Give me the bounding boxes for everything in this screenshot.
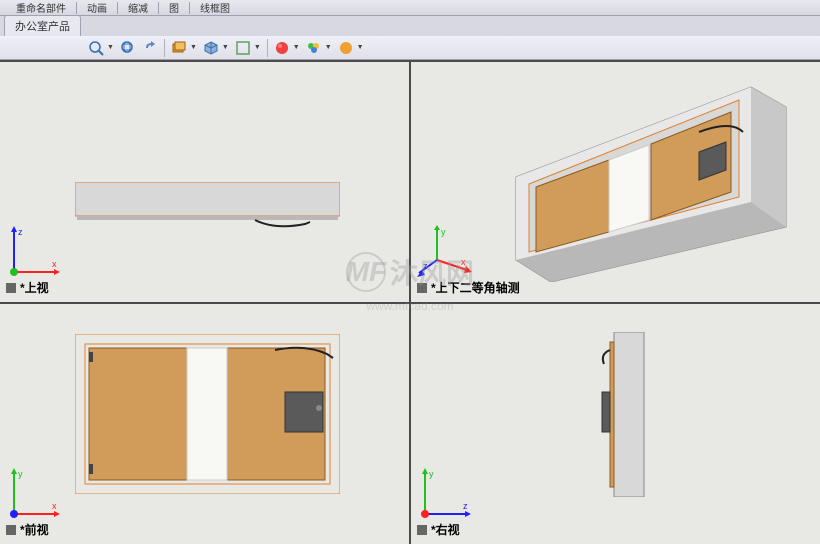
viewport-grid: x z *上视: [0, 60, 820, 544]
svg-text:x: x: [52, 259, 57, 269]
ribbon-rename[interactable]: 重命名部件: [10, 0, 72, 15]
ribbon-image[interactable]: 图: [163, 0, 185, 15]
orientation-dropdown[interactable]: ▼: [222, 44, 229, 51]
view-label-text: *上视: [20, 279, 49, 296]
apply-scene-icon[interactable]: [306, 40, 322, 56]
view-label-text: *前视: [20, 521, 49, 538]
svg-text:y: y: [441, 227, 446, 237]
ribbon-sep: [76, 2, 77, 14]
ribbon-sep: [189, 2, 190, 14]
axis-triad-iso: x y z: [417, 225, 472, 280]
toolbar-sep: [164, 39, 165, 57]
axis-triad-right: z y: [417, 467, 472, 522]
view-label-top: *上视: [6, 279, 49, 296]
view-icon: [6, 525, 16, 535]
view-label-front: *前视: [6, 521, 49, 538]
view-orientation-icon[interactable]: [203, 40, 219, 56]
zoom-dropdown[interactable]: ▼: [107, 44, 114, 51]
rotate-view-icon[interactable]: [142, 40, 158, 56]
svg-text:y: y: [429, 469, 434, 479]
axis-triad-top: x z: [6, 225, 61, 280]
hide-dropdown[interactable]: ▼: [254, 44, 261, 51]
hide-show-icon[interactable]: [235, 40, 251, 56]
ribbon-sep: [117, 2, 118, 14]
svg-text:y: y: [18, 469, 23, 479]
ribbon-anim[interactable]: 动画: [81, 0, 113, 15]
view-icon: [417, 525, 427, 535]
view-icon: [6, 283, 16, 293]
view-label-text: *右视: [431, 521, 460, 538]
toolbar-sep: [267, 39, 268, 57]
display-dropdown[interactable]: ▼: [190, 44, 197, 51]
ribbon-wireframe[interactable]: 线框图: [194, 0, 236, 15]
view-label-iso: *上下二等角轴测: [417, 279, 520, 296]
ribbon-sep: [158, 2, 159, 14]
appearance-dropdown[interactable]: ▼: [293, 44, 300, 51]
zoom-fit-icon[interactable]: [88, 40, 104, 56]
tab-office-product[interactable]: 办公室产品: [4, 15, 81, 36]
view-label-right: *右视: [417, 521, 460, 538]
model-iso: [481, 72, 791, 282]
model-top: [75, 182, 340, 232]
svg-text:z: z: [463, 501, 468, 511]
svg-text:x: x: [52, 501, 57, 511]
view-settings-icon[interactable]: [338, 40, 354, 56]
view-toolbar: ▼ ▼ ▼ ▼ ▼ ▼ ▼: [0, 36, 820, 60]
display-style-icon[interactable]: [171, 40, 187, 56]
ribbon-reduce[interactable]: 缩减: [122, 0, 154, 15]
model-front: [75, 334, 340, 494]
zoom-window-icon[interactable]: [120, 40, 136, 56]
feature-tree-tab-bar: 办公室产品: [0, 16, 820, 36]
settings-dropdown[interactable]: ▼: [357, 44, 364, 51]
view-icon: [417, 283, 427, 293]
view-front[interactable]: x y *前视: [0, 304, 409, 544]
axis-triad-front: x y: [6, 467, 61, 522]
view-isometric[interactable]: x y z *上下二等角轴测: [411, 62, 820, 302]
view-label-text: *上下二等角轴测: [431, 279, 520, 296]
svg-text:z: z: [18, 227, 23, 237]
view-right[interactable]: z y *右视: [411, 304, 820, 544]
svg-text:x: x: [461, 257, 466, 267]
edit-appearance-icon[interactable]: [274, 40, 290, 56]
model-right: [596, 332, 646, 497]
scene-dropdown[interactable]: ▼: [325, 44, 332, 51]
svg-text:z: z: [423, 261, 428, 271]
view-top[interactable]: x z *上视: [0, 62, 409, 302]
ribbon-bar: 重命名部件 动画 缩减 图 线框图: [0, 0, 820, 16]
